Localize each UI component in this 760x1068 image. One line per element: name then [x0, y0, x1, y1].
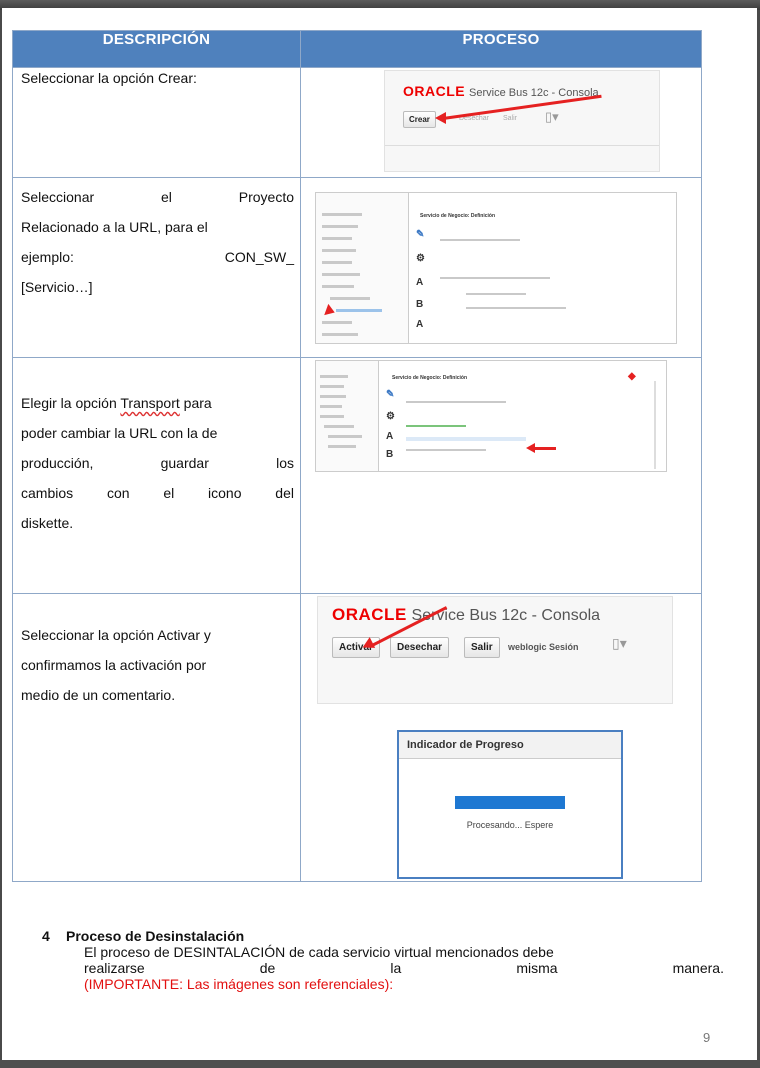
screenshot-transport: Servicio de Negocio: Definición ◆ ✎ ⚙ A …	[315, 360, 667, 472]
toolbar-icon: A	[416, 319, 424, 330]
salir-button[interactable]: Salir	[503, 115, 517, 122]
row4-process: ORACLE Service Bus 12c - Consola Activar…	[300, 593, 702, 882]
progress-dialog-title: Indicador de Progreso	[399, 732, 621, 759]
table-header-row: DESCRIPCIÓN PROCESO	[12, 30, 702, 68]
section-note: (IMPORTANTE: Las imágenes son referencia…	[84, 976, 394, 992]
row3-process: Servicio de Negocio: Definición ◆ ✎ ⚙ A …	[300, 357, 702, 594]
screenshot-activar: ORACLE Service Bus 12c - Consola Activar…	[317, 596, 673, 704]
screenshot-project-tree: Servicio de Negocio: Definición ✎ ⚙ A B …	[315, 192, 677, 344]
table-row: Seleccionar el Proyecto Relacionado a la…	[12, 177, 702, 358]
page-number: 9	[703, 1030, 711, 1045]
row2-description: Seleccionar el Proyecto Relacionado a la…	[12, 177, 301, 358]
progress-bar	[455, 796, 565, 809]
process-table: DESCRIPCIÓN PROCESO Seleccionar la opció…	[12, 30, 702, 882]
toolbar-icon: B	[416, 299, 424, 310]
section-number: 4	[42, 928, 50, 944]
editor-title: Servicio de Negocio: Definición	[420, 213, 496, 219]
section-heading: 4 Proceso de Desinstalación	[42, 928, 244, 944]
toolbar-icon: A	[416, 277, 424, 288]
toolbar-icon: ⚙	[386, 411, 395, 422]
section-body-line1: El proceso de DESINTALACIÓN de cada serv…	[84, 944, 554, 960]
desechar-button[interactable]: Desechar	[390, 637, 450, 658]
red-arrow	[534, 447, 556, 450]
header-process: PROCESO	[300, 30, 702, 68]
clipboard-icon[interactable]: ▯▾	[612, 635, 627, 652]
row2-process: Servicio de Negocio: Definición ✎ ⚙ A B …	[300, 177, 702, 358]
section-body-line2: realizarse de la misma manera.	[84, 960, 724, 976]
table-row: Seleccionar la opción Crear: ORACLE Serv…	[12, 67, 702, 178]
screenshot-crear: ORACLE Service Bus 12c - Consola Crear D…	[384, 70, 660, 172]
red-arrow-head	[435, 112, 446, 124]
toolbar-icon: ✎	[386, 389, 395, 400]
progress-message: Procesando... Espere	[466, 820, 554, 830]
editor-title: Servicio de Negocio: Definición	[392, 375, 468, 381]
section-title: Proceso de Desinstalación	[66, 928, 245, 944]
row1-description: Seleccionar la opción Crear:	[12, 67, 301, 178]
window-bottom-bar	[0, 1060, 760, 1068]
salir-button[interactable]: Salir	[464, 637, 500, 658]
oracle-logo: ORACLE	[403, 83, 466, 99]
red-arrow-head	[526, 443, 535, 453]
crear-button[interactable]: Crear	[403, 111, 436, 128]
toolbar-icon: ✎	[416, 229, 425, 240]
oracle-logo: ORACLE	[332, 605, 407, 624]
header-description: DESCRIPCIÓN	[12, 30, 301, 68]
table-row: Elegir la opción Transport para poder ca…	[12, 357, 702, 594]
row1-process: ORACLE Service Bus 12c - Consola Crear D…	[300, 67, 702, 178]
row1-text: Seleccionar la opción Crear:	[21, 70, 197, 86]
session-label: weblogic Sesión	[508, 642, 579, 652]
toolbar-icon: A	[386, 431, 394, 442]
progress-dialog: Indicador de Progreso Procesando... Espe…	[397, 730, 623, 879]
row4-description: Seleccionar la opción Activar y confirma…	[12, 593, 301, 882]
table-row: Seleccionar la opción Activar y confirma…	[12, 593, 702, 882]
clipboard-icon[interactable]: ▯▾	[545, 109, 559, 125]
document-page: DESCRIPCIÓN PROCESO Seleccionar la opció…	[2, 8, 757, 1060]
toolbar-icon: ⚙	[416, 253, 425, 264]
toolbar-icon: B	[386, 449, 394, 460]
row3-description: Elegir la opción Transport para poder ca…	[12, 357, 301, 594]
save-icon[interactable]: ◆	[628, 371, 636, 382]
